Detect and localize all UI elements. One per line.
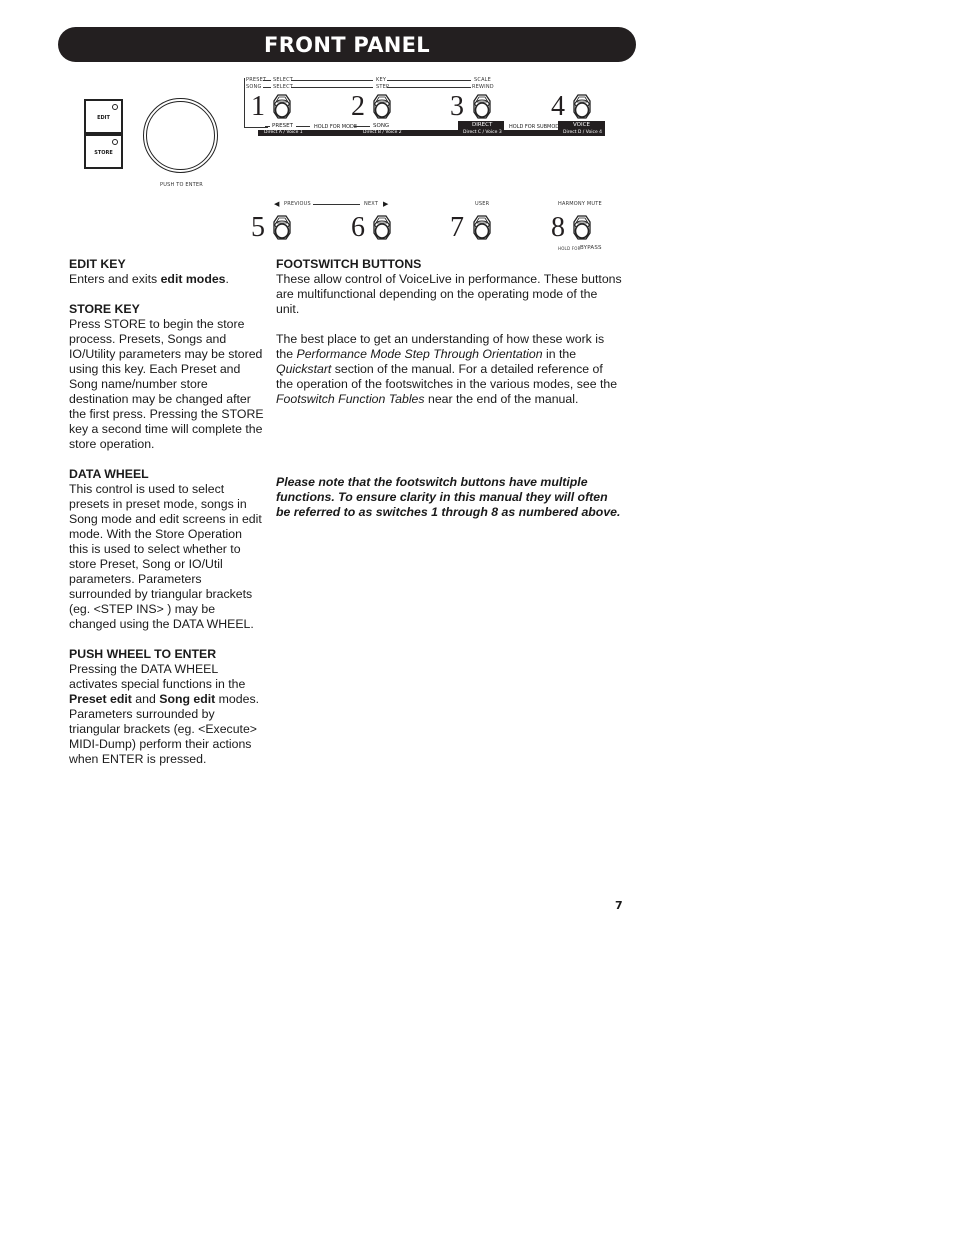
push-wheel-body: Pressing the DATA WHEEL activates specia…: [69, 662, 260, 766]
line: [263, 80, 271, 81]
previous-arrow-icon: ◀: [274, 201, 280, 208]
switch-6-number: 6: [351, 212, 365, 243]
preset-key-label: KEY: [376, 77, 387, 83]
switch-2-label: SONG: [373, 123, 390, 129]
data-wheel-icon: [143, 98, 218, 173]
push-wheel-section: PUSH WHEEL TO ENTER Pressing the DATA WH…: [69, 647, 264, 767]
store-key: STORE: [84, 134, 123, 169]
footswitch-5-icon: [273, 215, 291, 240]
switch-1-number: 1: [251, 91, 265, 122]
switch-7-number: 7: [450, 212, 464, 243]
next-arrow-icon: ▶: [383, 201, 389, 208]
footswitch-heading: FOOTSWITCH BUTTONS: [276, 257, 422, 271]
voice-label-bar: VOICE: [558, 121, 605, 130]
page-title: FRONT PANEL: [264, 33, 430, 57]
switch-7-label: USER: [475, 201, 490, 207]
preset-scale-label: SCALE: [474, 77, 492, 83]
footswitch-1-icon: [273, 94, 291, 119]
footswitch-3-icon: [473, 94, 491, 119]
switch-4-label: VOICE: [573, 122, 590, 128]
previous-label: PREVIOUS: [284, 201, 311, 207]
line: [387, 87, 471, 88]
switch-8-number: 8: [551, 212, 565, 243]
line: [291, 87, 373, 88]
push-wheel-heading: PUSH WHEEL TO ENTER: [69, 647, 217, 661]
switch-2-number: 2: [351, 91, 365, 122]
bypass-label: BYPASS: [580, 245, 602, 251]
footswitch-body-2: The best place to get an understanding o…: [276, 332, 618, 406]
switch-4-sub: Direct D / Voice 4: [563, 130, 603, 135]
switch-3-label: DIRECT: [472, 122, 493, 128]
edit-key-heading: EDIT KEY: [69, 257, 126, 271]
footswitch-8-icon: [573, 215, 591, 240]
switch-1-label: PRESET: [272, 123, 293, 129]
footswitch-section: FOOTSWITCH BUTTONS These allow control o…: [276, 257, 622, 407]
direct-voice-bar: Direct A / Voice 1 Direct B / Voice 2 Di…: [258, 130, 605, 136]
store-key-section: STORE KEY Press STORE to begin the store…: [69, 302, 264, 452]
next-label: NEXT: [364, 201, 379, 207]
switch-8-label: HARMONY MUTE: [558, 201, 602, 207]
footswitch-note: Please note that the footswitch buttons …: [276, 475, 621, 519]
edit-key-label: EDIT: [97, 115, 110, 121]
page-number: 7: [615, 899, 623, 912]
footswitch-6-icon: [373, 215, 391, 240]
page-title-banner: FRONT PANEL: [58, 27, 636, 62]
line: [263, 87, 271, 88]
edit-key-section: EDIT KEY Enters and exits edit modes.: [69, 257, 264, 287]
line: [291, 80, 373, 81]
store-key-heading: STORE KEY: [69, 302, 140, 316]
store-led-icon: [112, 139, 118, 145]
data-wheel-body: This control is used to select presets i…: [69, 482, 262, 631]
footswitch-7-icon: [473, 215, 491, 240]
wheel-caption: PUSH TO ENTER: [160, 182, 203, 188]
footswitch-2-icon: [373, 94, 391, 119]
switch-3-number: 3: [450, 91, 464, 122]
switch-2-sub: Direct B / Voice 2: [363, 130, 402, 135]
line: [296, 126, 310, 127]
footswitch-body-1: These allow control of VoiceLive in perf…: [276, 272, 622, 316]
song-mode-label: SONG: [246, 84, 262, 90]
switch-3-sub: Direct C / Voice 3: [463, 130, 502, 135]
data-wheel-heading: DATA WHEEL: [69, 467, 149, 481]
song-rewind-label: REWIND: [472, 84, 494, 90]
switch-4-number: 4: [551, 91, 565, 122]
footswitch-4-icon: [573, 94, 591, 119]
line: [354, 126, 370, 127]
bracket-line: [244, 127, 268, 128]
bracket-line: [244, 78, 245, 127]
data-wheel-section: DATA WHEEL This control is used to selec…: [69, 467, 264, 632]
switch-1-sub: Direct A / Voice 1: [264, 130, 303, 135]
store-key-body: Press STORE to begin the store process. …: [69, 317, 264, 451]
store-key-label: STORE: [94, 150, 113, 156]
hold-for-label: HOLD FOR: [558, 246, 581, 251]
line: [313, 204, 360, 205]
edit-key: EDIT: [84, 99, 123, 134]
edit-key-body: Enters and exits edit modes.: [69, 272, 229, 286]
line: [387, 80, 471, 81]
edit-led-icon: [112, 104, 118, 110]
switch-5-number: 5: [251, 212, 265, 243]
line: [265, 126, 270, 127]
direct-label-bar: DIRECT: [458, 121, 504, 130]
